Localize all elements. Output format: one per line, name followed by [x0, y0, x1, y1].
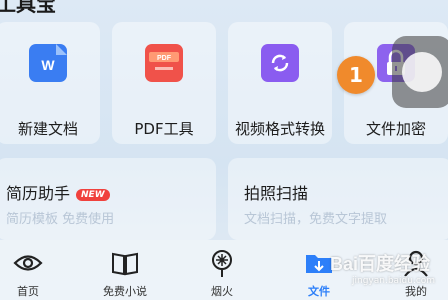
section-title: 工具宝	[0, 0, 56, 16]
book-icon	[112, 252, 138, 276]
feature-card-resume[interactable]: 简历助手 NEW 简历模板 免费使用	[0, 158, 216, 240]
svg-text:W: W	[41, 57, 55, 73]
tool-card-pdf[interactable]: PDF PDF工具	[112, 22, 216, 144]
tool-card-new-document[interactable]: W 新建文档	[0, 22, 100, 144]
tool-label: 新建文档	[17, 120, 78, 138]
pdf-icon: PDF	[145, 44, 183, 82]
tab-label: 首页	[17, 285, 39, 298]
firework-icon	[212, 250, 232, 277]
assistive-touch-ring	[402, 52, 442, 92]
feature-subtitle: 文档扫描，免费文字提取	[244, 212, 388, 227]
tab-label: 免费小说	[103, 285, 147, 298]
tab-home[interactable]: 首页	[0, 240, 63, 300]
feature-title: 简历助手 NEW	[6, 180, 110, 204]
eye-icon	[13, 255, 43, 271]
feature-title: 拍照扫描	[244, 184, 309, 203]
baidu-jingyan-watermark: Bai百度经验	[330, 254, 431, 274]
video-convert-icon	[261, 44, 299, 82]
step-marker: 1	[337, 56, 375, 94]
tool-label: 文件加密	[365, 120, 426, 138]
feature-card-photo-scan[interactable]: 拍照扫描 文档扫描，免费文字提取	[228, 158, 448, 240]
svg-text:PDF: PDF	[157, 55, 172, 62]
tool-card-video-convert[interactable]: 视频格式转换	[228, 22, 332, 144]
tab-label: 文件	[308, 285, 330, 298]
tab-free-novels[interactable]: 免费小说	[90, 240, 160, 300]
tab-label: 烟火	[211, 285, 233, 298]
new-badge: NEW	[76, 189, 110, 201]
watermark-url: jingyan.baidu.com	[352, 276, 436, 286]
tab-fireworks[interactable]: 烟火	[187, 240, 257, 300]
tool-label: PDF工具	[134, 120, 194, 138]
feature-subtitle: 简历模板 免费使用	[6, 212, 115, 227]
assistive-touch-button[interactable]	[392, 36, 448, 108]
feature-title-text: 简历助手	[6, 184, 71, 203]
tool-label: 视频格式转换	[234, 120, 325, 138]
word-doc-icon: W	[29, 44, 67, 82]
